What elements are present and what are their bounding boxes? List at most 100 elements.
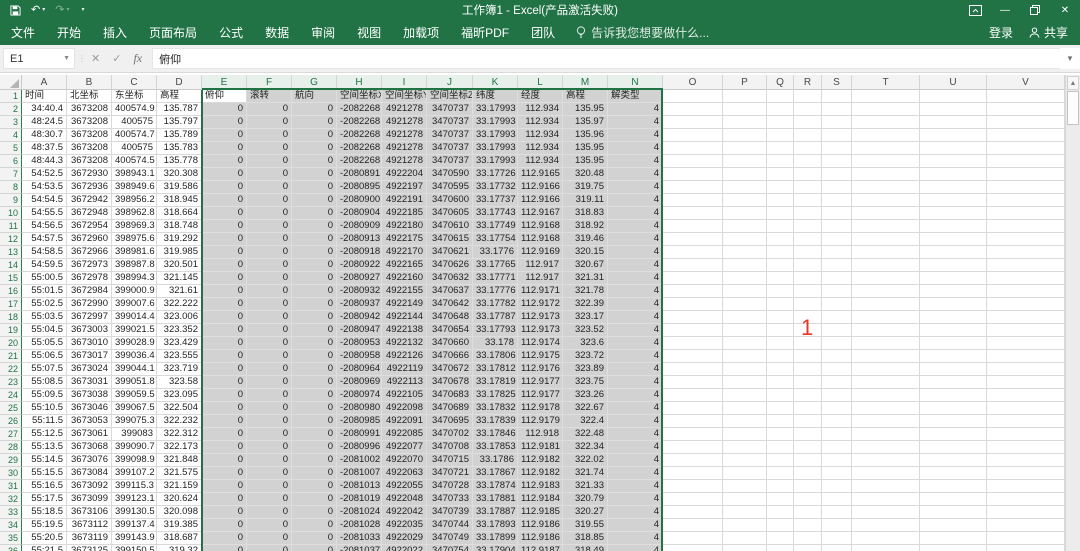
cell-J9[interactable]: 3470600 bbox=[427, 194, 473, 207]
cell-G11[interactable]: 0 bbox=[292, 220, 337, 233]
cell-L8[interactable]: 112.9166 bbox=[518, 181, 563, 194]
cell-A27[interactable]: 55:12.5 bbox=[22, 428, 67, 441]
cell-H15[interactable]: -2080927 bbox=[337, 272, 382, 285]
cell-H5[interactable]: -2082268 bbox=[337, 142, 382, 155]
cell-J23[interactable]: 3470678 bbox=[427, 376, 473, 389]
cell-B1[interactable]: 北坐标 bbox=[67, 90, 112, 103]
cell-F2[interactable]: 0 bbox=[247, 103, 292, 116]
cell-P18[interactable] bbox=[723, 311, 767, 324]
ribbon-display-options-button[interactable] bbox=[960, 0, 990, 20]
cell-G10[interactable]: 0 bbox=[292, 207, 337, 220]
row-header-18[interactable]: 18 bbox=[0, 311, 22, 324]
cell-O33[interactable] bbox=[663, 506, 723, 519]
cell-V14[interactable] bbox=[987, 259, 1065, 272]
cell-L24[interactable]: 112.9177 bbox=[518, 389, 563, 402]
cell-G29[interactable]: 0 bbox=[292, 454, 337, 467]
cell-T23[interactable] bbox=[852, 376, 920, 389]
cell-M14[interactable]: 320.67 bbox=[563, 259, 608, 272]
cell-U23[interactable] bbox=[920, 376, 987, 389]
cell-O20[interactable] bbox=[663, 337, 723, 350]
cell-T9[interactable] bbox=[852, 194, 920, 207]
cell-F33[interactable]: 0 bbox=[247, 506, 292, 519]
cell-M13[interactable]: 320.15 bbox=[563, 246, 608, 259]
cell-H28[interactable]: -2080996 bbox=[337, 441, 382, 454]
cell-U27[interactable] bbox=[920, 428, 987, 441]
cell-V22[interactable] bbox=[987, 363, 1065, 376]
cell-G16[interactable]: 0 bbox=[292, 285, 337, 298]
cell-O24[interactable] bbox=[663, 389, 723, 402]
cell-A20[interactable]: 55:05.5 bbox=[22, 337, 67, 350]
cell-U26[interactable] bbox=[920, 415, 987, 428]
cell-N15[interactable]: 4 bbox=[608, 272, 663, 285]
cell-Q29[interactable] bbox=[767, 454, 794, 467]
cell-F23[interactable]: 0 bbox=[247, 376, 292, 389]
cell-N5[interactable]: 4 bbox=[608, 142, 663, 155]
cell-M3[interactable]: 135.97 bbox=[563, 116, 608, 129]
cell-E12[interactable]: 0 bbox=[202, 233, 247, 246]
cell-K27[interactable]: 33.17846 bbox=[473, 428, 518, 441]
cell-L25[interactable]: 112.9178 bbox=[518, 402, 563, 415]
cell-M7[interactable]: 320.48 bbox=[563, 168, 608, 181]
cell-N20[interactable]: 4 bbox=[608, 337, 663, 350]
cell-T10[interactable] bbox=[852, 207, 920, 220]
cell-I36[interactable]: 4922022 bbox=[382, 545, 427, 551]
ribbon-tab-5[interactable]: 数据 bbox=[254, 20, 300, 45]
cell-D19[interactable]: 323.352 bbox=[157, 324, 202, 337]
cell-Q22[interactable] bbox=[767, 363, 794, 376]
row-header-28[interactable]: 28 bbox=[0, 441, 22, 454]
cell-Q28[interactable] bbox=[767, 441, 794, 454]
cell-R22[interactable] bbox=[794, 363, 822, 376]
cell-E6[interactable]: 0 bbox=[202, 155, 247, 168]
cell-B11[interactable]: 3672954 bbox=[67, 220, 112, 233]
cell-A35[interactable]: 55:20.5 bbox=[22, 532, 67, 545]
cell-C5[interactable]: 400575 bbox=[112, 142, 157, 155]
cell-U7[interactable] bbox=[920, 168, 987, 181]
cell-L27[interactable]: 112.918 bbox=[518, 428, 563, 441]
row-header-11[interactable]: 11 bbox=[0, 220, 22, 233]
cell-I16[interactable]: 4922155 bbox=[382, 285, 427, 298]
cell-T11[interactable] bbox=[852, 220, 920, 233]
cell-J13[interactable]: 3470621 bbox=[427, 246, 473, 259]
cell-E16[interactable]: 0 bbox=[202, 285, 247, 298]
cell-R4[interactable] bbox=[794, 129, 822, 142]
cell-E28[interactable]: 0 bbox=[202, 441, 247, 454]
cell-N11[interactable]: 4 bbox=[608, 220, 663, 233]
cell-A25[interactable]: 55:10.5 bbox=[22, 402, 67, 415]
cell-U18[interactable] bbox=[920, 311, 987, 324]
ribbon-tab-1[interactable]: 开始 bbox=[46, 20, 92, 45]
cell-B10[interactable]: 3672948 bbox=[67, 207, 112, 220]
cell-N17[interactable]: 4 bbox=[608, 298, 663, 311]
cell-M9[interactable]: 319.11 bbox=[563, 194, 608, 207]
cell-V34[interactable] bbox=[987, 519, 1065, 532]
cell-T6[interactable] bbox=[852, 155, 920, 168]
cell-H16[interactable]: -2080932 bbox=[337, 285, 382, 298]
column-header-C[interactable]: C bbox=[112, 75, 157, 90]
cell-S3[interactable] bbox=[822, 116, 852, 129]
cell-K17[interactable]: 33.17782 bbox=[473, 298, 518, 311]
cell-Q6[interactable] bbox=[767, 155, 794, 168]
sign-in-button[interactable]: 登录 bbox=[989, 24, 1013, 41]
cell-J36[interactable]: 3470754 bbox=[427, 545, 473, 551]
cell-S12[interactable] bbox=[822, 233, 852, 246]
cell-Q34[interactable] bbox=[767, 519, 794, 532]
cell-H26[interactable]: -2080985 bbox=[337, 415, 382, 428]
cell-U12[interactable] bbox=[920, 233, 987, 246]
cell-K22[interactable]: 33.17812 bbox=[473, 363, 518, 376]
cell-M6[interactable]: 135.95 bbox=[563, 155, 608, 168]
cell-K7[interactable]: 33.17726 bbox=[473, 168, 518, 181]
cell-I23[interactable]: 4922113 bbox=[382, 376, 427, 389]
name-box[interactable]: E1 ▼ bbox=[3, 48, 75, 69]
cell-S10[interactable] bbox=[822, 207, 852, 220]
cell-A36[interactable]: 55:21.5 bbox=[22, 545, 67, 551]
cell-T31[interactable] bbox=[852, 480, 920, 493]
cell-E29[interactable]: 0 bbox=[202, 454, 247, 467]
cell-D14[interactable]: 320.501 bbox=[157, 259, 202, 272]
scrollbar-thumb[interactable] bbox=[1067, 91, 1079, 125]
cell-C15[interactable]: 398994.3 bbox=[112, 272, 157, 285]
cell-P7[interactable] bbox=[723, 168, 767, 181]
cell-R30[interactable] bbox=[794, 467, 822, 480]
cell-J21[interactable]: 3470666 bbox=[427, 350, 473, 363]
cell-F11[interactable]: 0 bbox=[247, 220, 292, 233]
cell-U8[interactable] bbox=[920, 181, 987, 194]
cell-K29[interactable]: 33.1786 bbox=[473, 454, 518, 467]
